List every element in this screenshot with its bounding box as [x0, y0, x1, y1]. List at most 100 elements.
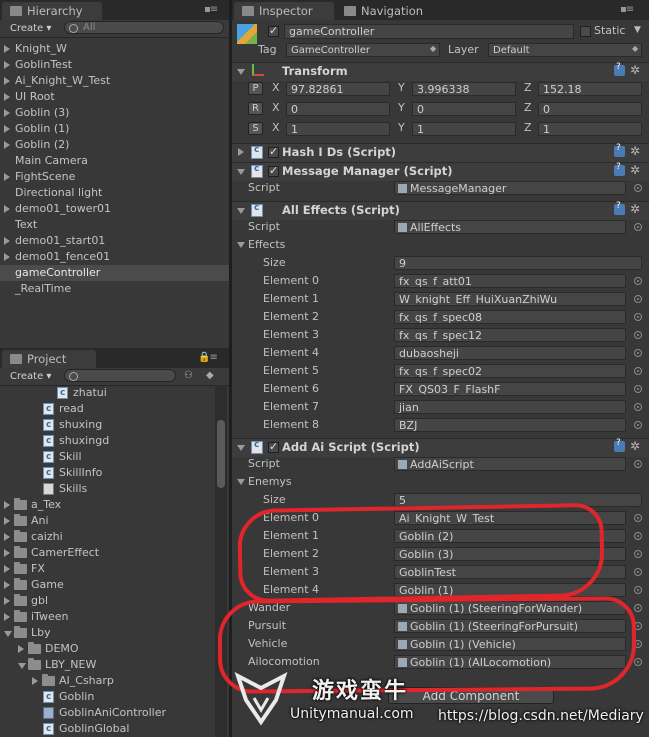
project-item[interactable]: CamerEffect: [0, 545, 214, 561]
effect-element-field[interactable]: jian: [394, 400, 626, 414]
expand-arrow-icon[interactable]: [4, 581, 10, 589]
object-picker-icon[interactable]: [634, 514, 642, 522]
hierarchy-item[interactable]: Goblin (2): [0, 137, 229, 153]
tab-inspector[interactable]: Inspector: [234, 2, 334, 20]
transform-r-button[interactable]: R: [248, 102, 263, 115]
add-ai-script-enabled-checkbox[interactable]: [268, 440, 279, 453]
project-item[interactable]: caizhi: [0, 529, 214, 545]
hierarchy-item[interactable]: Knight_W: [0, 41, 229, 57]
object-picker-icon[interactable]: [634, 367, 642, 375]
object-picker-icon[interactable]: [634, 604, 642, 612]
foldout-arrow-icon[interactable]: [238, 148, 244, 156]
all-effects-script-field[interactable]: AllEffects: [394, 220, 626, 234]
inspector-menu-icon[interactable]: ▪≡: [620, 4, 634, 15]
transform-p-z-field[interactable]: 152.18: [538, 82, 642, 96]
help-icon[interactable]: [614, 201, 625, 215]
project-item[interactable]: LBY_NEW: [0, 657, 214, 673]
object-picker-icon[interactable]: [634, 550, 642, 558]
foldout-arrow-icon[interactable]: [237, 242, 245, 248]
effect-element-field[interactable]: fx_qs_f_spec12: [394, 328, 626, 342]
effect-element-field[interactable]: W_knight_Eff_HuiXuanZhiWu: [394, 292, 626, 306]
expand-arrow-icon[interactable]: [32, 677, 38, 685]
hash-ids-enabled-checkbox[interactable]: [268, 145, 279, 158]
transform-p-y-field[interactable]: 3.996338: [412, 82, 516, 96]
expand-arrow-icon[interactable]: [4, 125, 10, 133]
expand-arrow-icon[interactable]: [4, 141, 10, 149]
expand-arrow-icon[interactable]: [4, 549, 10, 557]
expand-arrow-icon[interactable]: [4, 93, 10, 101]
object-picker-icon[interactable]: [634, 223, 642, 231]
help-icon[interactable]: [614, 162, 625, 176]
transform-r-y-field[interactable]: 0: [412, 102, 516, 116]
tag-dropdown[interactable]: GameController: [286, 43, 440, 57]
gear-icon[interactable]: ✲: [630, 164, 641, 176]
expand-arrow-icon[interactable]: [4, 45, 10, 53]
project-item[interactable]: AI_Csharp: [0, 673, 214, 689]
hierarchy-item[interactable]: Goblin (3): [0, 105, 229, 121]
expand-arrow-icon[interactable]: [4, 109, 10, 117]
project-item[interactable]: Skills: [0, 481, 214, 497]
hierarchy-item[interactable]: Main Camera: [0, 153, 229, 169]
object-picker-icon[interactable]: [634, 385, 642, 393]
expand-arrow-icon[interactable]: [4, 565, 10, 573]
message-manager-enabled-checkbox[interactable]: [268, 164, 279, 177]
project-item[interactable]: Game: [0, 577, 214, 593]
hierarchy-item[interactable]: _RealTime: [0, 281, 229, 297]
project-scroll-thumb[interactable]: [217, 420, 225, 488]
transform-p-button[interactable]: P: [248, 82, 263, 95]
expand-arrow-icon[interactable]: [4, 517, 10, 525]
project-item[interactable]: gbl: [0, 593, 214, 609]
project-item[interactable]: Goblin: [0, 689, 214, 705]
expand-arrow-icon[interactable]: [18, 663, 26, 669]
hierarchy-item[interactable]: GoblinTest: [0, 57, 229, 73]
project-item[interactable]: shuxing: [0, 417, 214, 433]
project-item[interactable]: shuxingd: [0, 433, 214, 449]
filter-icon[interactable]: ⚇: [184, 370, 193, 381]
foldout-arrow-icon[interactable]: [237, 69, 245, 75]
object-picker-icon[interactable]: [634, 658, 642, 666]
gear-icon[interactable]: ✲: [630, 64, 641, 76]
expand-arrow-icon[interactable]: [4, 61, 10, 69]
hierarchy-item[interactable]: Directional light: [0, 185, 229, 201]
transform-r-x-field[interactable]: 0: [286, 102, 390, 116]
effect-element-field[interactable]: fx_qs_f_spec02: [394, 364, 626, 378]
project-item[interactable]: SkillInfo: [0, 465, 214, 481]
object-picker-icon[interactable]: [634, 349, 642, 357]
project-item[interactable]: GoblinGlobal: [0, 721, 214, 737]
object-picker-icon[interactable]: [634, 403, 642, 411]
transform-s-y-field[interactable]: 1: [412, 122, 516, 136]
foldout-arrow-icon[interactable]: [237, 445, 245, 451]
object-picker-icon[interactable]: [634, 532, 642, 540]
expand-arrow-icon[interactable]: [4, 501, 10, 509]
help-icon[interactable]: [614, 438, 625, 452]
hierarchy-item[interactable]: demo01_start01: [0, 233, 229, 249]
transform-r-z-field[interactable]: 0: [538, 102, 642, 116]
hierarchy-item[interactable]: Ai_Knight_W_Test: [0, 73, 229, 89]
static-checkbox[interactable]: [580, 26, 591, 37]
object-picker-icon[interactable]: [634, 277, 642, 285]
project-item[interactable]: zhatui: [0, 385, 214, 401]
effect-element-field[interactable]: dubaosheji: [394, 346, 626, 360]
transform-s-x-field[interactable]: 1: [286, 122, 390, 136]
effect-element-field[interactable]: BZJ: [394, 418, 626, 432]
help-icon[interactable]: [614, 62, 625, 76]
expand-arrow-icon[interactable]: [4, 533, 10, 541]
gear-icon[interactable]: ✲: [630, 145, 641, 157]
object-picker-icon[interactable]: [634, 460, 642, 468]
help-icon[interactable]: [614, 143, 625, 157]
hierarchy-item[interactable]: UI Root: [0, 89, 229, 105]
hierarchy-create-button[interactable]: Create ▾: [4, 22, 57, 35]
foldout-arrow-icon[interactable]: [237, 169, 245, 175]
expand-arrow-icon[interactable]: [4, 253, 10, 261]
expand-arrow-icon[interactable]: [18, 645, 24, 653]
hierarchy-item[interactable]: Text: [0, 217, 229, 233]
project-item[interactable]: Skill: [0, 449, 214, 465]
layer-dropdown[interactable]: Default: [488, 43, 642, 57]
object-picker-icon[interactable]: [634, 313, 642, 321]
project-item[interactable]: Ani: [0, 513, 214, 529]
transform-s-z-field[interactable]: 1: [538, 122, 642, 136]
hierarchy-item[interactable]: Goblin (1): [0, 121, 229, 137]
project-item[interactable]: GoblinAniController: [0, 705, 214, 721]
project-item[interactable]: iTween: [0, 609, 214, 625]
object-picker-icon[interactable]: [634, 184, 642, 192]
